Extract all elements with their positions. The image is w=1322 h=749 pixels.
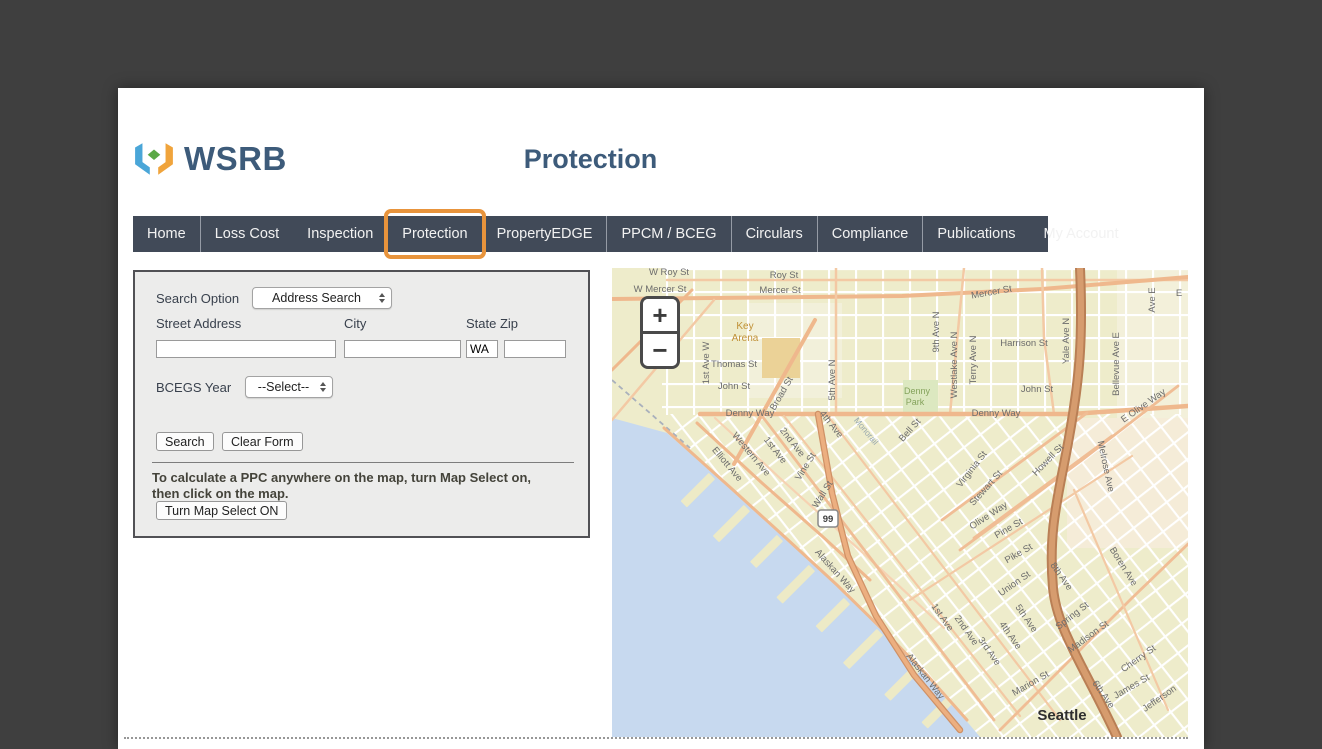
nav-item-label: Inspection xyxy=(307,226,373,242)
nav-item-label: Protection xyxy=(402,226,467,242)
nav-item-label: My Account xyxy=(1044,226,1119,242)
map-street-label: Denny xyxy=(904,386,931,396)
page-title: Protection xyxy=(133,144,1048,175)
map-street-label: 5th Ave N xyxy=(827,359,838,400)
search-option-select[interactable]: Address Search xyxy=(252,287,392,309)
zoom-in-button[interactable]: + xyxy=(643,299,677,334)
map-street-label: Ave E xyxy=(1147,287,1158,312)
map-street-label: 9th Ave N xyxy=(931,311,942,352)
nav-item-label: Compliance xyxy=(832,226,909,242)
nav-item-label: PPCM / BCEG xyxy=(621,226,716,242)
highway-99-shield: 99 xyxy=(818,510,838,527)
map-street-label: Mercer St xyxy=(759,285,801,296)
bcegs-year-label: BCEGS Year xyxy=(156,380,231,395)
nav-item-publications[interactable]: Publications xyxy=(923,216,1029,252)
map-street-label: W Roy St xyxy=(649,268,689,278)
city-input[interactable] xyxy=(344,340,461,358)
turn-map-select-on-button[interactable]: Turn Map Select ON xyxy=(156,501,287,520)
search-button[interactable]: Search xyxy=(156,432,214,451)
street-address-label: Street Address xyxy=(156,316,241,331)
select-arrows-icon xyxy=(379,293,385,303)
nav-item-inspection[interactable]: Inspection xyxy=(293,216,388,252)
nav-item-protection[interactable]: Protection xyxy=(388,216,482,252)
map-street-label: Thomas St xyxy=(711,359,757,370)
map-street-label: W Mercer St xyxy=(634,284,687,295)
bcegs-year-value: --Select-- xyxy=(252,380,315,394)
map-street-label: Yale Ave N xyxy=(1061,318,1072,364)
form-divider xyxy=(152,462,574,463)
map-street-label: Terry Ave N xyxy=(968,335,979,384)
nav-item-label: PropertyEDGE xyxy=(497,226,593,242)
page-card: WSRB Protection HomeLoss CostInspectionP… xyxy=(118,88,1204,749)
zoom-out-button[interactable]: − xyxy=(643,334,677,366)
nav-item-compliance[interactable]: Compliance xyxy=(818,216,924,252)
nav-item-loss-cost[interactable]: Loss Cost xyxy=(201,216,293,252)
map-street-label: Roy St xyxy=(770,270,799,281)
map-canvas: 99 W Roy StRoy StW Mercer StMercer StMer… xyxy=(612,268,1188,737)
search-option-label: Search Option xyxy=(156,291,239,306)
nav-item-label: Loss Cost xyxy=(215,226,279,242)
city-label: City xyxy=(344,316,366,331)
nav-item-circulars[interactable]: Circulars xyxy=(732,216,818,252)
search-form-panel: Search Option Address Search Street Addr… xyxy=(133,270,590,538)
map-street-label: E xyxy=(1176,288,1182,299)
nav-item-label: Circulars xyxy=(746,226,803,242)
street-address-input[interactable] xyxy=(156,340,336,358)
nav-item-propertyedge[interactable]: PropertyEDGE xyxy=(483,216,608,252)
nav-item-home[interactable]: Home xyxy=(133,216,201,252)
svg-text:99: 99 xyxy=(823,514,834,525)
nav-item-my-account[interactable]: My Account xyxy=(1030,216,1133,252)
map-street-label: Bellevue Ave E xyxy=(1111,332,1122,396)
main-nav: Home Loss Cost Inspection Protection Propert… xyxy=(133,216,1048,252)
desktop-background: { "colors": { "accent": "#e8943c", "nav"… xyxy=(0,0,1322,749)
nav-item-label: Home xyxy=(147,226,186,242)
map-street-label: Westlake Ave N xyxy=(949,332,960,399)
map-street-label: John St xyxy=(718,381,751,392)
clear-form-button[interactable]: Clear Form xyxy=(222,432,303,451)
map-street-label: Harrison St xyxy=(1000,338,1048,349)
map-select-help-text: To calculate a PPC anywhere on the map, … xyxy=(152,470,557,502)
map-viewport[interactable]: 99 W Roy StRoy StW Mercer StMercer StMer… xyxy=(612,268,1188,737)
map-street-label: Denny Way xyxy=(972,408,1021,419)
map-street-label: Key xyxy=(736,321,753,332)
nav-item-label: Publications xyxy=(937,226,1015,242)
map-street-label: Park xyxy=(906,397,925,407)
state-input[interactable] xyxy=(466,340,498,358)
zip-input[interactable] xyxy=(504,340,566,358)
nav-item-ppcm-bceg[interactable]: PPCM / BCEG xyxy=(607,216,731,252)
search-option-value: Address Search xyxy=(259,291,374,305)
select-arrows-icon xyxy=(320,382,326,392)
map-street-label: John St xyxy=(1021,384,1054,395)
map-city-label: Seattle xyxy=(1037,707,1086,724)
page-bottom-dotted-divider xyxy=(124,737,1188,739)
state-zip-label: State Zip xyxy=(466,316,518,331)
map-zoom-control: + − xyxy=(640,296,680,369)
map-street-label: Denny Way xyxy=(726,408,775,419)
bcegs-year-select[interactable]: --Select-- xyxy=(245,376,333,398)
map-street-label: Arena xyxy=(732,333,759,344)
